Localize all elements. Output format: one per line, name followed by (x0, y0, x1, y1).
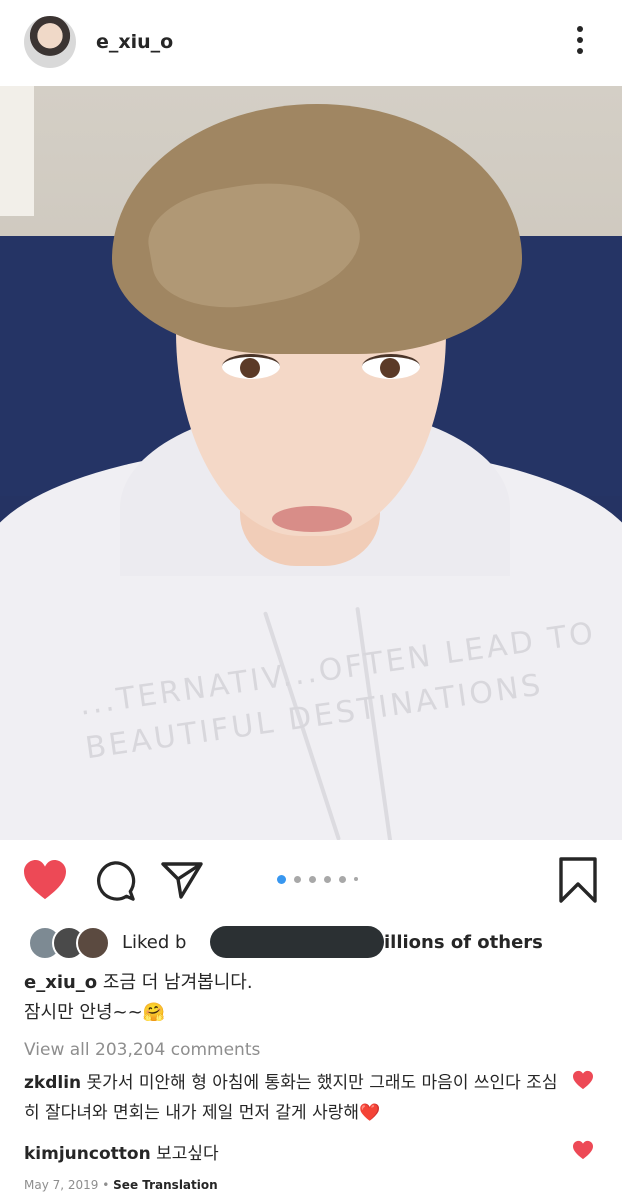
send-icon[interactable] (160, 860, 204, 900)
liker-avatar (76, 926, 110, 960)
liked-by-prefix: Liked b (122, 932, 187, 953)
more-vertical-icon[interactable] (570, 26, 590, 58)
post-date-row: May 7, 2019 • See Translation (24, 1178, 218, 1192)
carousel-dot (309, 875, 316, 883)
carousel-dot-active (277, 874, 286, 884)
avatar[interactable] (24, 16, 76, 68)
heart-filled-icon[interactable] (22, 859, 68, 901)
comment-text: 보고싶다 (156, 1144, 219, 1164)
redaction-bar (210, 926, 384, 958)
comment-item: kimjuncotton 보고싶다 (24, 1139, 564, 1169)
comment-heart-icon[interactable] (572, 1070, 594, 1090)
caption-line-2: 잠시만 안녕~~🤗 (24, 1002, 166, 1023)
right-eye (362, 354, 420, 379)
wall-paper (0, 86, 34, 216)
post-header: e_xiu_o (0, 0, 622, 86)
comment-text: 못가서 미안해 형 아침에 통화는 했지만 그래도 마음이 쓰인다 조심히 잘다… (24, 1073, 558, 1123)
post-date: May 7, 2019 (24, 1178, 99, 1192)
comment-item: zkdlin 못가서 미안해 형 아침에 통화는 했지만 그래도 마음이 쓰인다… (24, 1068, 564, 1128)
carousel-dot (339, 875, 346, 883)
carousel-dot (354, 877, 358, 881)
post-caption: e_xiu_o 조금 더 남겨봅니다. 잠시만 안녕~~🤗 (24, 968, 604, 1028)
caption-username[interactable]: e_xiu_o (24, 972, 97, 993)
see-translation-link[interactable]: See Translation (113, 1178, 218, 1192)
liker-avatars (28, 926, 110, 960)
date-separator: • (98, 1178, 114, 1192)
carousel-dot (324, 875, 331, 883)
carousel-dots (277, 874, 366, 884)
left-eye (222, 354, 280, 379)
caption-line-1: 조금 더 남겨봅니다. (102, 972, 253, 993)
post-photo[interactable]: ...TERNATIV...OFTEN LEAD TO BEAUTIFUL DE… (0, 86, 622, 840)
comment-heart-icon[interactable] (572, 1140, 594, 1160)
comment-username[interactable]: zkdlin (24, 1073, 81, 1093)
comment-username[interactable]: kimjuncotton (24, 1144, 151, 1164)
carousel-dot (294, 875, 301, 883)
lips (272, 506, 352, 532)
comment-icon[interactable] (94, 860, 136, 902)
action-bar (0, 840, 622, 920)
liked-by-suffix[interactable]: illions of others (384, 932, 543, 953)
likes-row[interactable]: Liked b illions of others (28, 924, 608, 960)
post-username[interactable]: e_xiu_o (96, 31, 173, 53)
view-all-comments-link[interactable]: View all 203,204 comments (24, 1040, 260, 1060)
bookmark-icon[interactable] (558, 856, 598, 904)
